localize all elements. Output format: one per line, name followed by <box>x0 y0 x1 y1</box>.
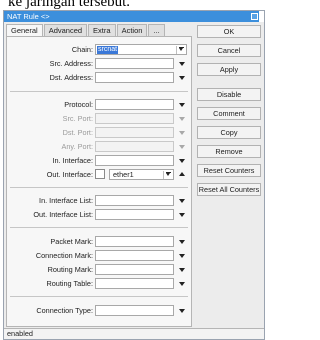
protocol-input[interactable] <box>95 99 174 110</box>
dst-port-row: Dst. Port: <box>7 127 191 139</box>
window-titlebar[interactable]: NAT Rule <> <box>4 11 264 22</box>
routing-mark-input[interactable] <box>95 264 174 275</box>
protocol-label: Protocol: <box>64 100 93 109</box>
connection-mark-label: Connection Mark: <box>35 251 93 260</box>
connection-type-row: Connection Type: <box>7 305 191 317</box>
routing-mark-label: Routing Mark: <box>47 265 93 274</box>
dst-address-input[interactable] <box>95 72 174 83</box>
protocol-dropdown-icon[interactable] <box>179 103 185 107</box>
general-panel: Chain: srcnat Src. Address: Dst. Address… <box>6 36 192 327</box>
out-interface-label: Out. Interface: <box>46 170 93 179</box>
in-interface-list-label: In. Interface List: <box>39 196 93 205</box>
divider <box>10 296 188 297</box>
connection-mark-row: Connection Mark: <box>7 250 191 262</box>
packet-mark-label: Packet Mark: <box>50 237 93 246</box>
status-text: enabled <box>7 329 33 338</box>
cancel-button[interactable]: Cancel <box>197 44 261 57</box>
routing-mark-dropdown-icon[interactable] <box>179 268 185 272</box>
chain-select[interactable]: srcnat <box>95 44 187 55</box>
in-interface-list-dropdown-icon[interactable] <box>179 199 185 203</box>
routing-table-input[interactable] <box>95 278 174 289</box>
packet-mark-dropdown-icon[interactable] <box>179 240 185 244</box>
routing-mark-row: Routing Mark: <box>7 264 191 276</box>
routing-table-dropdown-icon[interactable] <box>179 282 185 286</box>
any-port-input <box>95 141 174 152</box>
connection-type-input[interactable] <box>95 305 174 316</box>
copy-button[interactable]: Copy <box>197 126 261 139</box>
connection-type-label: Connection Type: <box>36 306 93 315</box>
src-address-row: Src. Address: <box>7 58 191 70</box>
divider <box>10 91 188 92</box>
divider <box>10 187 188 188</box>
comment-button[interactable]: Comment <box>197 107 261 120</box>
chain-label: Chain: <box>71 45 93 54</box>
any-port-label: Any. Port: <box>61 142 94 151</box>
status-bar: enabled <box>4 328 264 339</box>
dst-port-input <box>95 127 174 138</box>
collapse-up-icon[interactable] <box>179 172 185 176</box>
reset-all-counters-button[interactable]: Reset All Counters <box>197 183 261 196</box>
disable-button[interactable]: Disable <box>197 88 261 101</box>
src-port-dropdown-icon <box>179 117 185 121</box>
src-port-input <box>95 113 174 124</box>
in-interface-input[interactable] <box>95 155 174 166</box>
dst-address-label: Dst. Address: <box>49 73 93 82</box>
nat-rule-window: NAT Rule <> General Advanced Extra Actio… <box>3 10 265 340</box>
maximize-icon[interactable] <box>251 13 258 20</box>
src-address-input[interactable] <box>95 58 174 69</box>
packet-mark-row: Packet Mark: <box>7 236 191 248</box>
in-interface-row: In. Interface: <box>7 155 191 167</box>
out-interface-list-row: Out. Interface List: <box>7 209 191 221</box>
src-port-label: Src. Port: <box>62 114 93 123</box>
in-interface-list-row: In. Interface List: <box>7 195 191 207</box>
out-interface-select[interactable]: ether1 <box>109 169 174 180</box>
dst-port-dropdown-icon <box>179 131 185 135</box>
dst-address-row: Dst. Address: <box>7 72 191 84</box>
out-interface-list-input[interactable] <box>95 209 174 220</box>
out-interface-list-dropdown-icon[interactable] <box>179 213 185 217</box>
chain-row: Chain: srcnat <box>7 44 191 56</box>
close-icon[interactable] <box>259 11 264 22</box>
src-address-label: Src. Address: <box>49 59 93 68</box>
routing-table-row: Routing Table: <box>7 278 191 290</box>
out-interface-dropdown-icon[interactable] <box>163 171 172 179</box>
packet-mark-input[interactable] <box>95 236 174 247</box>
divider <box>10 227 188 228</box>
connection-mark-input[interactable] <box>95 250 174 261</box>
src-address-dropdown-icon[interactable] <box>179 62 185 66</box>
ok-button[interactable]: OK <box>197 25 261 38</box>
connection-mark-dropdown-icon[interactable] <box>179 254 185 258</box>
out-interface-row: Out. Interface: ether1 <box>7 169 191 181</box>
connection-type-dropdown-icon[interactable] <box>179 309 185 313</box>
any-port-row: Any. Port: <box>7 141 191 153</box>
in-interface-list-input[interactable] <box>95 195 174 206</box>
dst-port-label: Dst. Port: <box>62 128 93 137</box>
chain-dropdown-icon[interactable] <box>176 46 185 54</box>
any-port-dropdown-icon <box>179 145 185 149</box>
protocol-row: Protocol: <box>7 99 191 111</box>
chain-value: srcnat <box>97 46 119 54</box>
window-title: NAT Rule <> <box>7 12 50 21</box>
dst-address-dropdown-icon[interactable] <box>179 76 185 80</box>
out-interface-value: ether1 <box>113 170 134 179</box>
in-interface-dropdown-icon[interactable] <box>179 159 185 163</box>
src-port-row: Src. Port: <box>7 113 191 125</box>
routing-table-label: Routing Table: <box>46 279 93 288</box>
out-interface-negate-checkbox[interactable] <box>95 169 105 179</box>
in-interface-label: In. Interface: <box>52 156 93 165</box>
apply-button[interactable]: Apply <box>197 63 261 76</box>
out-interface-list-label: Out. Interface List: <box>33 210 93 219</box>
reset-counters-button[interactable]: Reset Counters <box>197 164 261 177</box>
remove-button[interactable]: Remove <box>197 145 261 158</box>
